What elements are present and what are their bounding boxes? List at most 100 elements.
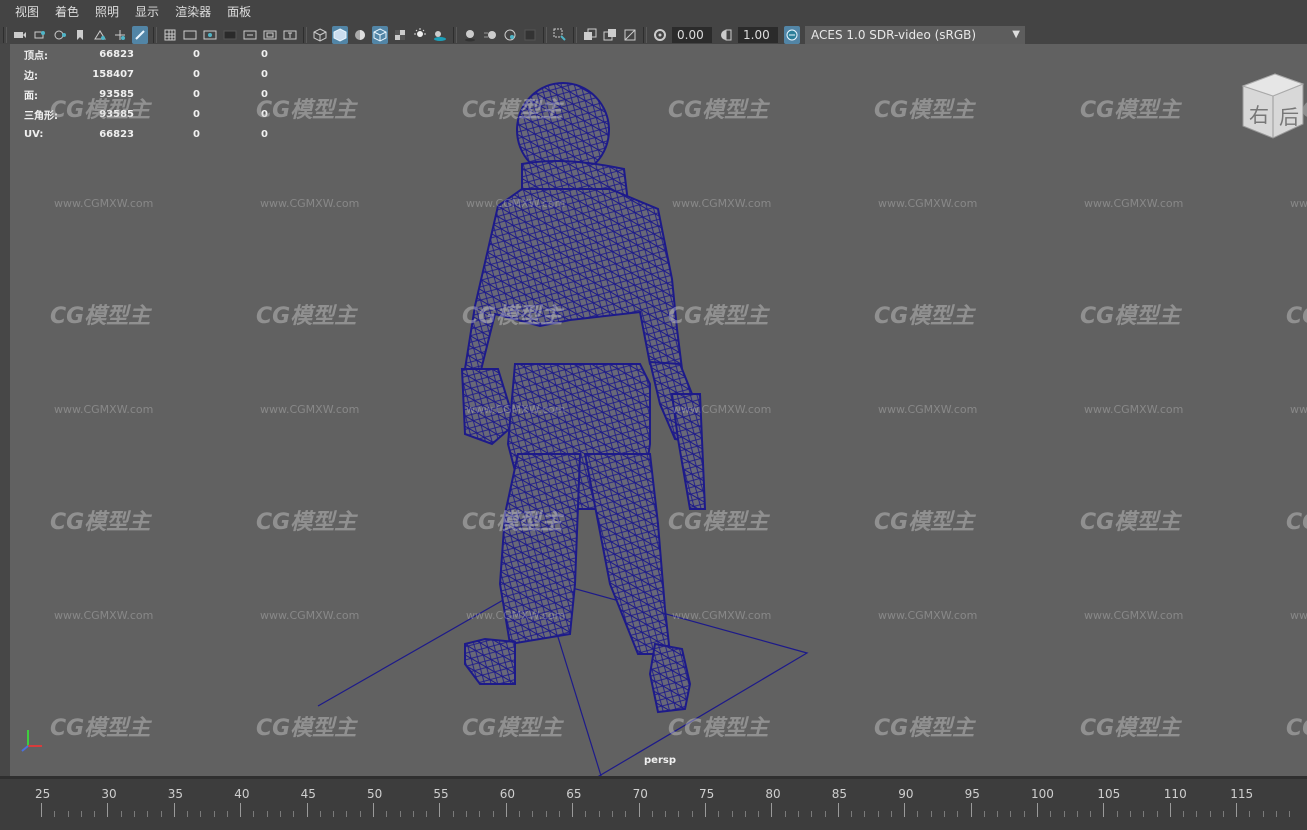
axis-gizmo-icon	[21, 730, 42, 752]
frame-number-label: 100	[1031, 787, 1054, 801]
menu-shading[interactable]: 着色	[47, 0, 87, 24]
exposure-field[interactable]: 0.00	[672, 27, 712, 43]
safe-action-icon[interactable]	[262, 26, 278, 44]
watermark-url: www.CGMXW.com	[672, 403, 772, 416]
watermark-logo: CG模型主	[256, 98, 357, 123]
menu-view[interactable]: 视图	[0, 0, 47, 24]
viewcube-back-label: 后	[1279, 105, 1299, 129]
image-plane-icon[interactable]	[92, 26, 108, 44]
frame-minor-tick	[147, 811, 149, 817]
toolbar-separator	[3, 27, 7, 43]
frame-minor-tick	[758, 811, 760, 817]
grid-icon[interactable]	[162, 26, 178, 44]
motion-blur-icon[interactable]	[482, 26, 498, 44]
frame-major-tick	[638, 803, 640, 817]
frame-minor-tick	[133, 811, 135, 817]
gamma-field[interactable]: 1.00	[738, 27, 778, 43]
bookmark-camera-icon[interactable]	[52, 26, 68, 44]
hud-value: 0	[261, 48, 268, 60]
select-camera-icon[interactable]	[12, 26, 28, 44]
gamma-icon[interactable]	[718, 26, 734, 44]
shadows-icon[interactable]	[432, 26, 448, 44]
frame-minor-tick	[1143, 811, 1145, 817]
menu-panels[interactable]: 面板	[219, 0, 259, 24]
camera-attributes-icon[interactable]	[32, 26, 48, 44]
frame-number-label: 55	[433, 787, 449, 801]
toolbar-separator	[303, 27, 307, 43]
frame-minor-tick	[1196, 811, 1198, 817]
watermark-url: www.CGMXW.com	[260, 197, 360, 210]
watermark-url: www.CGMXW.com	[260, 609, 360, 622]
smooth-shade-icon[interactable]	[332, 26, 348, 44]
watermark-url: www.CGMXW.com	[1084, 197, 1184, 210]
frame-minor-tick	[426, 811, 428, 817]
xray-active-components-icon[interactable]	[602, 26, 618, 44]
wireframe-icon[interactable]	[312, 26, 328, 44]
hud-value: 66823	[99, 128, 134, 140]
perspective-viewport[interactable]: 顶点: 66823 0 0 边: 158407 0 0 面: 93585 0 0…	[10, 44, 1307, 776]
frame-major-tick	[970, 803, 972, 817]
menu-renderer[interactable]: 渲染器	[167, 0, 219, 24]
depth-of-field-icon[interactable]	[522, 26, 538, 44]
frame-minor-tick	[744, 811, 746, 817]
view-cube[interactable]: 右 后	[1237, 68, 1307, 140]
viewport-menubar: 视图 着色 照明 显示 渲染器 面板	[0, 0, 1307, 24]
view-transform-icon[interactable]	[784, 26, 800, 44]
xray-joints-icon[interactable]	[622, 26, 638, 44]
watermark-logo: CG模型主	[1286, 304, 1307, 329]
frame-major-tick	[505, 803, 507, 817]
frame-number-label: 25	[35, 787, 51, 801]
hud-label: 顶点:	[24, 50, 48, 62]
time-slider[interactable]: 25 30 35 40 45 50 55 60 65 70 75 80 85 90 95 100 105 110 1…	[0, 776, 1307, 830]
frame-minor-tick	[864, 811, 866, 817]
watermark-logo: CG模型主	[256, 716, 357, 741]
frame-minor-tick	[983, 811, 985, 817]
frame-minor-tick	[266, 811, 268, 817]
isolate-select-icon[interactable]	[552, 26, 568, 44]
hud-value: 0	[193, 48, 200, 60]
frame-minor-tick	[917, 811, 919, 817]
menu-lighting[interactable]: 照明	[87, 0, 127, 24]
film-gate-icon[interactable]	[182, 26, 198, 44]
default-material-icon[interactable]	[352, 26, 368, 44]
frame-minor-tick	[890, 811, 892, 817]
toolbar-separator	[643, 27, 647, 43]
frame-minor-tick	[1262, 811, 1264, 817]
watermark-logo: CG模型主	[50, 510, 151, 535]
color-space-dropdown[interactable]: ACES 1.0 SDR-video (sRGB) ▼	[805, 26, 1025, 44]
2d-pan-zoom-icon[interactable]	[112, 26, 128, 44]
watermark-url: www.CGMXW.com	[466, 197, 566, 210]
watermark-logo: CG模型主	[1080, 716, 1181, 741]
field-chart-icon[interactable]	[242, 26, 258, 44]
frame-minor-tick	[1209, 811, 1211, 817]
use-all-lights-icon[interactable]	[412, 26, 428, 44]
menu-show[interactable]: 显示	[127, 0, 167, 24]
grease-pencil-icon[interactable]	[132, 26, 148, 44]
gate-mask-icon[interactable]	[222, 26, 238, 44]
safe-title-icon[interactable]	[282, 26, 298, 44]
frame-minor-tick	[399, 811, 401, 817]
frame-minor-tick	[612, 811, 614, 817]
textured-icon[interactable]	[392, 26, 408, 44]
frame-minor-tick	[1249, 811, 1251, 817]
bookmark-icon[interactable]	[72, 26, 88, 44]
frame-minor-tick	[824, 811, 826, 817]
hud-value: 0	[261, 68, 268, 80]
ambient-occlusion-icon[interactable]	[462, 26, 478, 44]
toolbar-separator	[153, 27, 157, 43]
wireframe-on-shaded-icon[interactable]	[372, 26, 388, 44]
frame-minor-tick	[665, 811, 667, 817]
frame-minor-tick	[200, 811, 202, 817]
multisample-aa-icon[interactable]	[502, 26, 518, 44]
xray-icon[interactable]	[582, 26, 598, 44]
viewcube-right-label: 右	[1249, 103, 1269, 127]
resolution-gate-icon[interactable]	[202, 26, 218, 44]
exposure-icon[interactable]	[652, 26, 668, 44]
frame-minor-tick	[1050, 811, 1052, 817]
frame-minor-tick	[1276, 811, 1278, 817]
frame-minor-tick	[558, 811, 560, 817]
watermark-logo: CG模型主	[462, 716, 563, 741]
frame-minor-tick	[412, 811, 414, 817]
frame-minor-tick	[160, 811, 162, 817]
frame-minor-tick	[1116, 811, 1118, 817]
